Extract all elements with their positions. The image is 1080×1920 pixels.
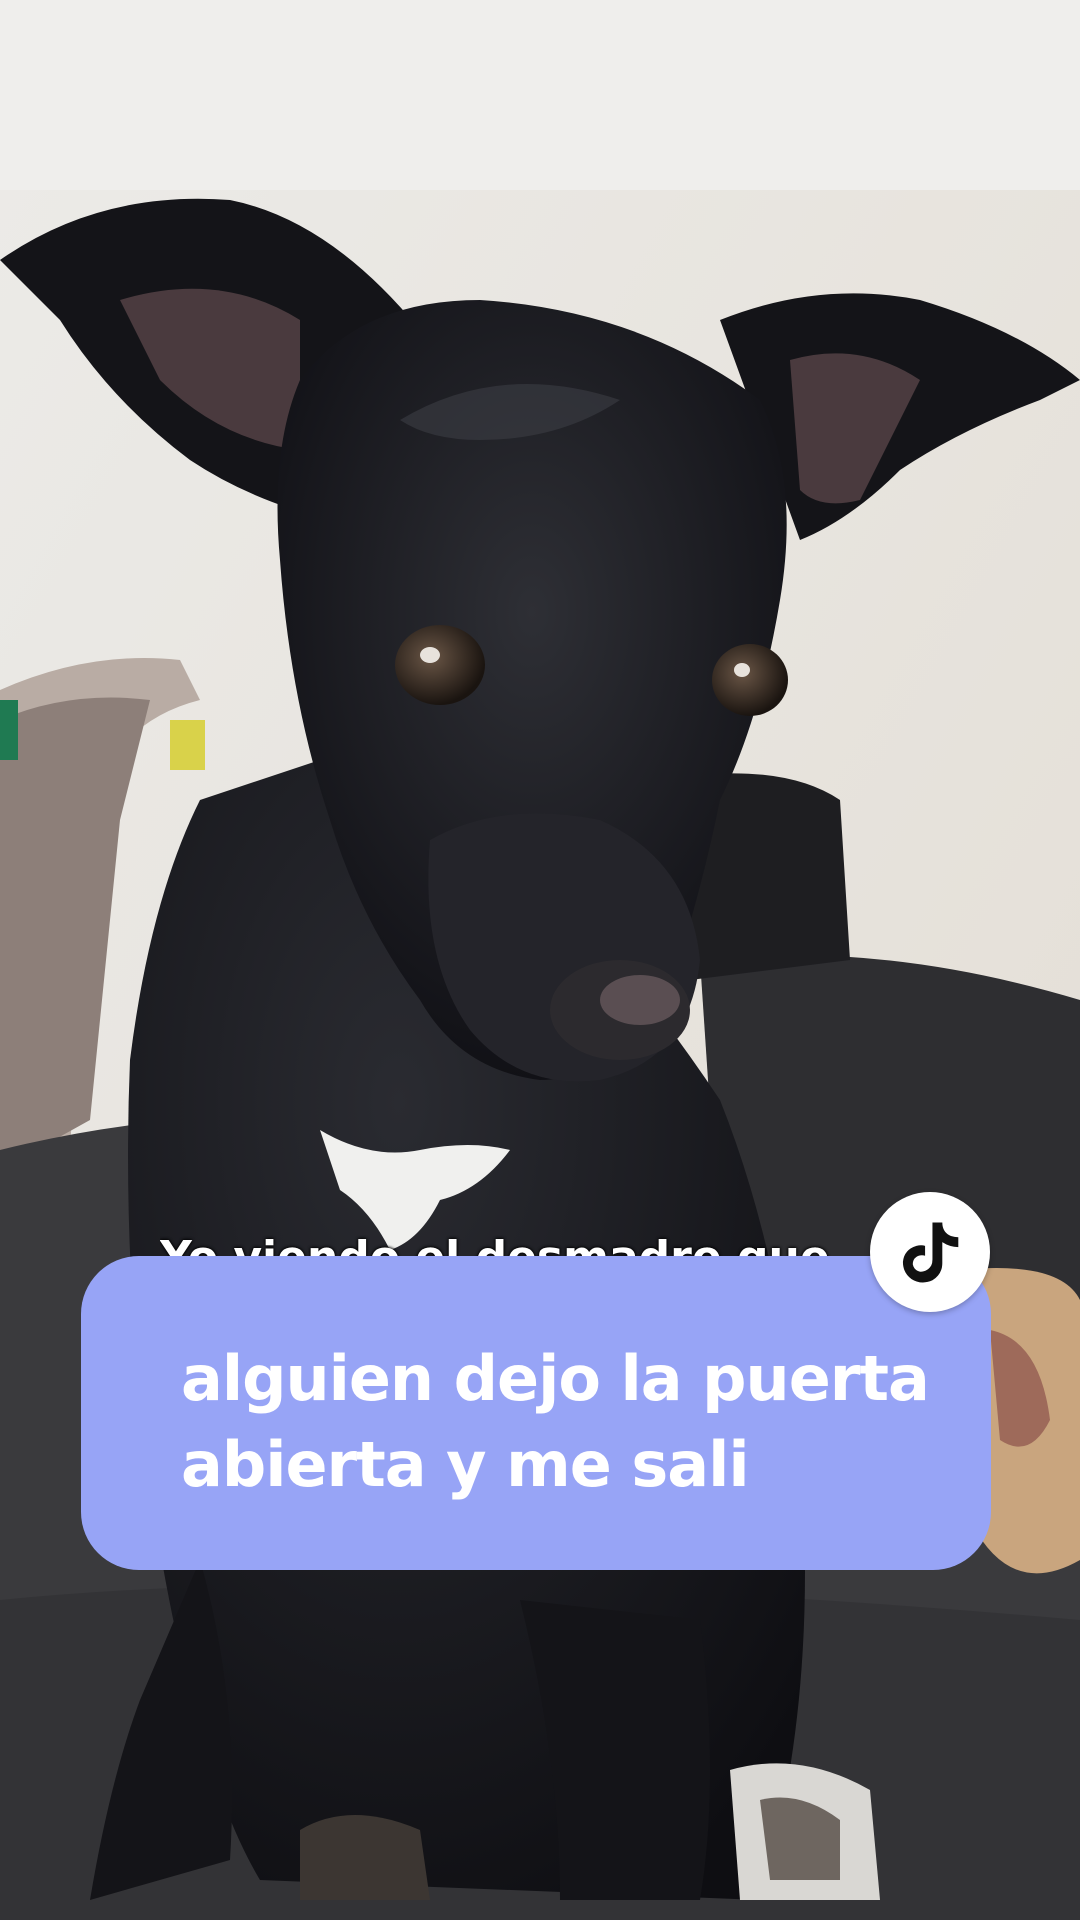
overlay-text: alguien dejo la puerta abierta y me sali <box>181 1336 931 1508</box>
overlay-text-card: alguien dejo la puerta abierta y me sali <box>81 1256 991 1570</box>
tiktok-logo-badge <box>870 1192 990 1312</box>
dog-scene <box>0 0 1080 1920</box>
tiktok-logo-icon <box>902 1222 959 1283</box>
overlay-text-line-2: abierta y me sali <box>181 1428 750 1501</box>
overlay-text-line-1: alguien dejo la puerta <box>181 1342 930 1415</box>
video-frame-dog-photo <box>0 0 1080 1920</box>
